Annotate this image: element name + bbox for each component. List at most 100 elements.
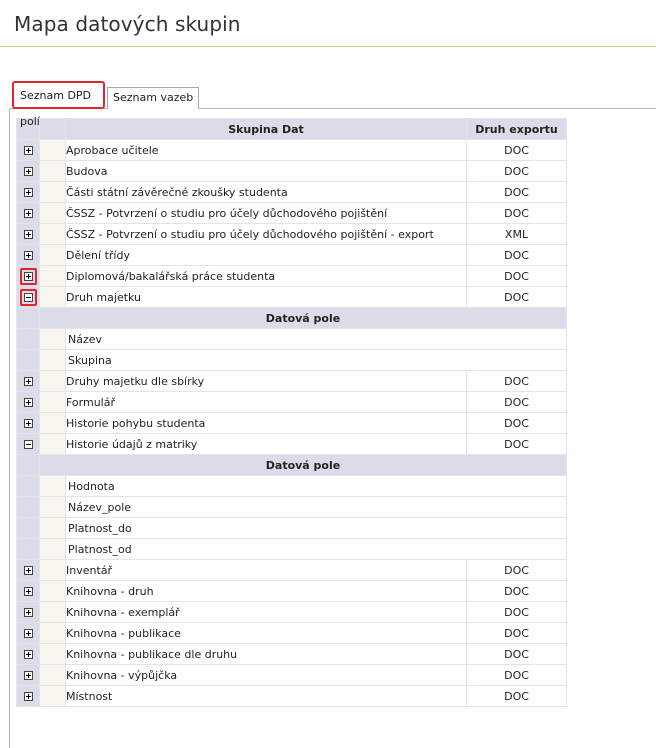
plus-box-icon[interactable] — [23, 419, 33, 428]
spacer-cell — [39, 643, 66, 665]
table-row[interactable]: Druhy majetku dle sbírky DOC — [16, 370, 567, 392]
plus-box-icon[interactable] — [23, 377, 33, 386]
spacer-cell — [39, 160, 66, 182]
group-name-cell[interactable]: Aprobace učitele — [65, 139, 467, 161]
group-name-cell[interactable]: Knihovna - výpůjčka — [65, 664, 467, 686]
table-row[interactable]: Formulář DOC — [16, 391, 567, 413]
expander-cell — [16, 370, 40, 392]
field-row: Platnost_do — [16, 517, 567, 539]
table-row[interactable]: Historie pohybu studenta DOC — [16, 412, 567, 434]
plus-box-icon[interactable] — [23, 671, 33, 680]
page-title: Mapa datových skupin — [14, 12, 241, 36]
plus-box-icon[interactable] — [23, 146, 33, 155]
fields-subheader-row: Datová pole — [16, 307, 567, 329]
expander-cell — [16, 475, 40, 497]
spacer-cell — [39, 433, 66, 455]
plus-box-icon[interactable] — [23, 398, 33, 407]
export-type-cell: DOC — [466, 601, 567, 623]
group-name-cell[interactable]: Knihovna - publikace dle druhu — [65, 643, 467, 665]
expander-cell — [16, 517, 40, 539]
spacer-cell — [39, 370, 66, 392]
tab-seznam-dpd-poli[interactable]: Seznam DPD polí — [12, 81, 105, 128]
plus-box-icon[interactable] — [23, 608, 33, 617]
plus-box-icon[interactable] — [23, 251, 33, 260]
export-type-cell: DOC — [466, 391, 567, 413]
table-row[interactable]: Budova DOC — [16, 160, 567, 182]
spacer-cell — [39, 139, 66, 161]
group-name-cell[interactable]: Diplomová/bakalářská práce studenta — [65, 265, 467, 287]
table-row[interactable]: Dělení třídy DOC — [16, 244, 567, 266]
table-row[interactable]: ČSSZ - Potvrzení o studiu pro účely důch… — [16, 223, 567, 245]
group-name-cell[interactable]: Druhy majetku dle sbírky — [65, 370, 467, 392]
group-name-cell[interactable]: Knihovna - exemplář — [65, 601, 467, 623]
table-row[interactable]: Diplomová/bakalářská práce studenta DOC — [16, 265, 567, 287]
plus-box-icon[interactable] — [23, 230, 33, 239]
plus-box-icon[interactable] — [23, 587, 33, 596]
group-name-cell[interactable]: Části státní závěrečné zkoušky studenta — [65, 181, 467, 203]
table-row[interactable]: Části státní závěrečné zkoušky studenta D… — [16, 181, 567, 203]
expander-cell — [16, 286, 40, 308]
plus-box-icon[interactable] — [23, 566, 33, 575]
table-row[interactable]: Knihovna - exemplář DOC — [16, 601, 567, 623]
export-type-cell: DOC — [466, 139, 567, 161]
plus-box-icon[interactable] — [23, 629, 33, 638]
expander-cell — [16, 160, 40, 182]
group-name-cell[interactable]: Historie údajů z matriky — [65, 433, 467, 455]
column-header-export[interactable]: Druh exportu — [466, 118, 567, 140]
table-row[interactable]: Knihovna - publikace DOC — [16, 622, 567, 644]
export-type-cell: XML — [466, 223, 567, 245]
tab-seznam-vazeb[interactable]: Seznam vazeb — [107, 87, 199, 109]
plus-box-icon[interactable] — [23, 650, 33, 659]
spacer-cell — [39, 412, 66, 434]
table-row[interactable]: Místnost DOC — [16, 685, 567, 707]
group-name-cell[interactable]: Budova — [65, 160, 467, 182]
field-name-cell: Název — [65, 328, 567, 350]
table-row[interactable]: Knihovna - publikace dle druhu DOC — [16, 643, 567, 665]
export-type-cell: DOC — [466, 160, 567, 182]
export-type-cell: DOC — [466, 202, 567, 224]
group-name-cell[interactable]: Druh majetku — [65, 286, 467, 308]
fields-subheader-row: Datová pole — [16, 454, 567, 476]
table-row[interactable]: Historie údajů z matriky DOC — [16, 433, 567, 455]
minus-box-icon[interactable] — [23, 292, 33, 302]
table-row[interactable]: Inventář DOC — [16, 559, 567, 581]
table-row[interactable]: ČSSZ - Potvrzení o studiu pro účely důch… — [16, 202, 567, 224]
group-name-cell[interactable]: Inventář — [65, 559, 467, 581]
expander-cell — [16, 559, 40, 581]
table-row[interactable]: Aprobace učitele DOC — [16, 139, 567, 161]
spacer-cell — [39, 328, 66, 350]
group-name-cell[interactable]: Dělení třídy — [65, 244, 467, 266]
plus-box-icon[interactable] — [23, 188, 33, 197]
spacer-cell — [39, 286, 66, 308]
plus-box-icon[interactable] — [23, 692, 33, 701]
export-type-cell: DOC — [466, 412, 567, 434]
highlight-frame — [19, 267, 37, 285]
expander-cell — [16, 433, 40, 455]
plus-box-icon[interactable] — [23, 167, 33, 176]
spacer-cell — [39, 496, 66, 518]
group-name-cell[interactable]: ČSSZ - Potvrzení o studiu pro účely důch… — [65, 202, 467, 224]
group-name-cell[interactable]: Knihovna - publikace — [65, 622, 467, 644]
expander-cell — [16, 307, 40, 329]
column-header-group[interactable]: Skupina Dat — [65, 118, 467, 140]
group-name-cell[interactable]: ČSSZ - Potvrzení o studiu pro účely důch… — [65, 223, 467, 245]
plus-box-icon[interactable] — [23, 271, 33, 281]
group-name-cell[interactable]: Formulář — [65, 391, 467, 413]
group-name-cell[interactable]: Knihovna - druh — [65, 580, 467, 602]
field-row: Skupina — [16, 349, 567, 371]
export-type-cell: DOC — [466, 265, 567, 287]
spacer-cell — [39, 202, 66, 224]
table-row[interactable]: Druh majetku DOC — [16, 286, 567, 308]
export-type-cell: DOC — [466, 664, 567, 686]
table-row[interactable]: Knihovna - výpůjčka DOC — [16, 664, 567, 686]
plus-box-icon[interactable] — [23, 209, 33, 218]
expander-cell — [16, 244, 40, 266]
expander-cell — [16, 685, 40, 707]
group-name-cell[interactable]: Historie pohybu studenta — [65, 412, 467, 434]
spacer-cell — [39, 538, 66, 560]
group-name-cell[interactable]: Místnost — [65, 685, 467, 707]
spacer-cell — [39, 181, 66, 203]
table-row[interactable]: Knihovna - druh DOC — [16, 580, 567, 602]
minus-box-icon[interactable] — [23, 440, 33, 449]
spacer-cell — [39, 664, 66, 686]
